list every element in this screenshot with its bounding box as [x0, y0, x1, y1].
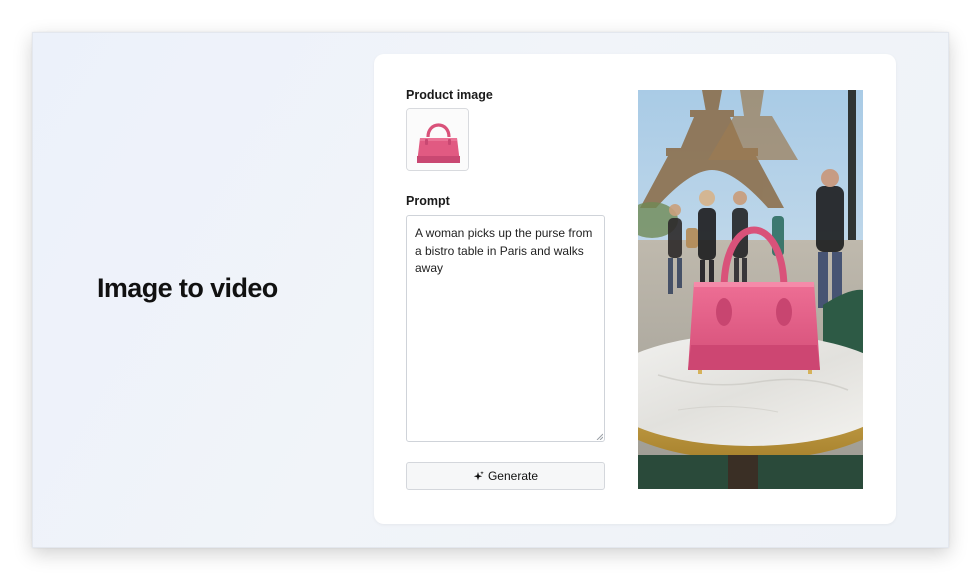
- paris-handbag-scene-image: [638, 90, 863, 489]
- product-image-thumbnail[interactable]: [406, 108, 469, 171]
- generate-button-label: Generate: [487, 469, 539, 483]
- handbag-thumbnail-image: [407, 109, 468, 170]
- resize-grip-icon[interactable]: [596, 433, 603, 440]
- page-title: Image to video: [97, 273, 278, 303]
- prompt-textarea[interactable]: A woman picks up the purse from a bistro…: [406, 215, 605, 442]
- product-image-label: Product image: [406, 88, 493, 102]
- generated-video-preview[interactable]: [638, 90, 863, 489]
- sparkle-icon: [473, 470, 484, 482]
- prompt-label: Prompt: [406, 194, 450, 208]
- generate-button[interactable]: Generate: [406, 462, 605, 490]
